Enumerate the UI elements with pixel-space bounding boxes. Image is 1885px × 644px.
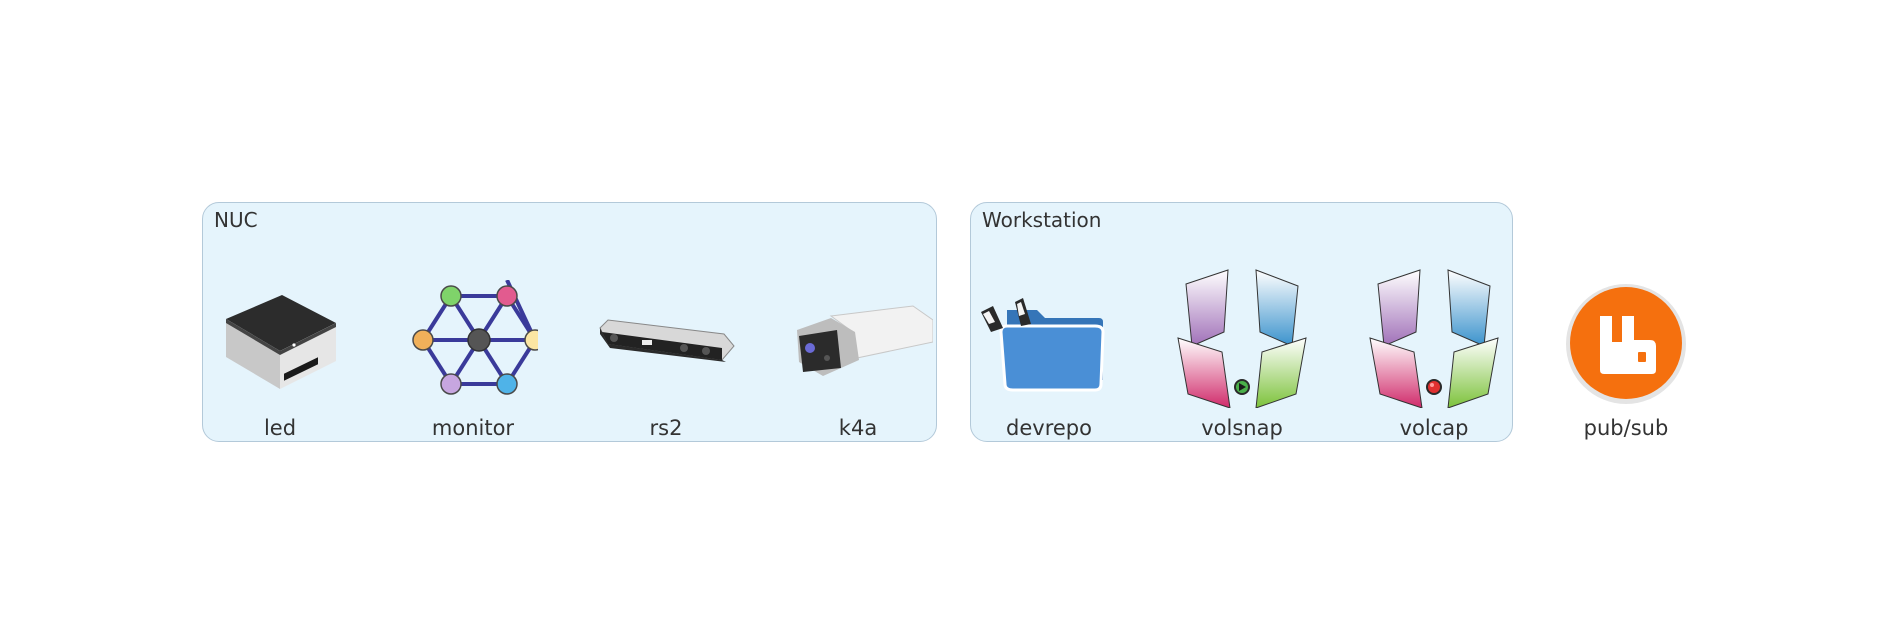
node-rs2[interactable]: rs2	[581, 280, 751, 440]
node-label: volcap	[1399, 416, 1469, 440]
mini-pc-icon	[226, 295, 336, 389]
message-broker-icon	[1566, 284, 1686, 404]
node-label: pub/sub	[1583, 416, 1669, 440]
volumetric-capture-icon	[1369, 269, 1499, 408]
depth-camera-icon	[599, 319, 735, 362]
node-pubsub[interactable]: pub/sub	[1541, 280, 1711, 440]
group-title-workstation: Workstation	[982, 208, 1102, 232]
group-title-nuc: NUC	[214, 208, 258, 232]
node-label: devrepo	[1006, 416, 1092, 440]
node-led[interactable]: led	[195, 280, 365, 440]
node-label: k4a	[838, 416, 878, 440]
node-volcap[interactable]: volcap	[1349, 269, 1519, 440]
kinect-camera-icon	[797, 305, 933, 376]
node-label: monitor	[431, 416, 515, 440]
node-volsnap[interactable]: volsnap	[1157, 269, 1327, 440]
network-graph-icon	[412, 280, 538, 395]
node-label: rs2	[649, 416, 683, 440]
folder-repo-icon	[981, 298, 1105, 392]
node-label: led	[263, 416, 297, 440]
node-devrepo[interactable]: devrepo	[964, 280, 1134, 440]
node-monitor[interactable]: monitor	[388, 280, 558, 440]
volumetric-snap-icon	[1177, 269, 1307, 408]
node-k4a[interactable]: k4a	[773, 280, 943, 440]
node-label: volsnap	[1201, 416, 1283, 440]
